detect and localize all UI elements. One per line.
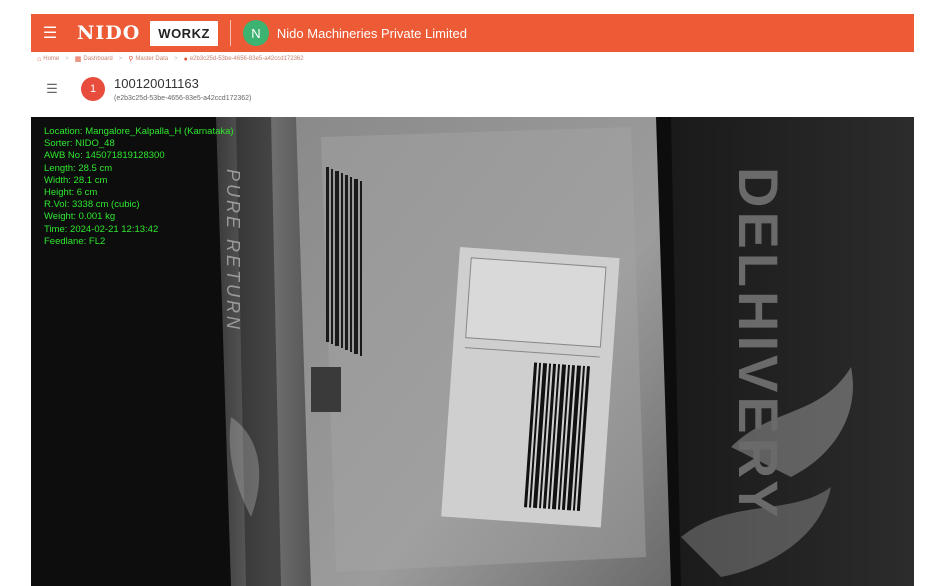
shipping-label [441, 247, 620, 528]
scan-metadata-overlay: Location: Mangalore_Kalpalla_H (Karnatak… [44, 126, 234, 248]
record-subtitle: (e2b3c25d-53be-4656-83e5-a42ccd172362) [114, 95, 252, 102]
record-title: 100120011163 [114, 76, 199, 91]
overlay-volume: R.Vol: 3338 cm (cubic) [44, 199, 140, 211]
overlay-awb: AWB No: 145071819128300 [44, 150, 165, 162]
org-avatar[interactable]: N [242, 20, 269, 46]
breadcrumb-master-data[interactable]: ⚲ Master Data [128, 55, 168, 63]
product-logo: WORKZ [150, 20, 218, 46]
overlay-time: Time: 2024-02-21 12:13:42 [44, 223, 159, 235]
brand-logo[interactable]: NIDO [77, 22, 140, 44]
org-name[interactable]: Nido Machineries Private Limited [277, 26, 467, 41]
location-pin-icon: ● [183, 55, 188, 63]
overlay-weight: Weight: 0.001 kg [44, 211, 116, 223]
overlay-location: Location: Mangalore_Kalpalla_H (Karnatak… [44, 126, 234, 137]
hamburger-menu-icon[interactable]: ☰ [31, 14, 69, 52]
list-icon[interactable]: ☰ [31, 81, 73, 97]
topbar-divider [229, 20, 231, 46]
breadcrumb-separator: > [118, 56, 123, 62]
search-icon: ⚲ [128, 56, 134, 63]
record-avatar: 1 [81, 77, 105, 101]
top-bar: ☰ NIDO WORKZ N Nido Machineries Private … [31, 14, 914, 52]
breadcrumb-dashboard[interactable]: ▦ Dashboard [75, 55, 113, 63]
scan-image: PURE RETURN DELHIVERY Location: Mangalor… [31, 117, 914, 586]
record-title-block: 100120011163 (e2b3c25d-53be-4656-83e5-a4… [114, 76, 251, 102]
overlay-feedlane: Feedlane: FL2 [44, 235, 106, 247]
overlay-sorter: Sorter: NIDO_48 [44, 138, 115, 150]
overlay-length: Length: 28.5 cm [44, 162, 113, 174]
overlay-width: Width: 28.1 cm [44, 174, 108, 186]
bag-print-right: DELHIVERY [727, 167, 790, 522]
dashboard-icon: ▦ [74, 56, 82, 63]
record-header: ☰ 1 100120011163 (e2b3c25d-53be-4656-83e… [31, 66, 914, 112]
home-icon: ⌂ [37, 55, 42, 63]
breadcrumb-separator: > [174, 56, 178, 62]
breadcrumb-home[interactable]: ⌂ Home [37, 56, 59, 63]
breadcrumb-separator: > [65, 56, 69, 62]
app-frame: ☰ NIDO WORKZ N Nido Machineries Private … [31, 14, 914, 586]
breadcrumb-current: ● e2b3c25d-53be-4656-83e5-a42ccd172362 [183, 55, 304, 63]
breadcrumb: ⌂ Home > ▦ Dashboard > ⚲ Master Data > ● e2b… [31, 52, 914, 66]
overlay-height: Height: 6 cm [44, 187, 98, 199]
